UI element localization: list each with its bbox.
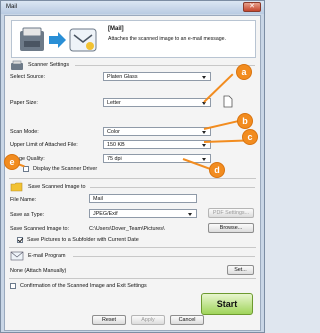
chevron-down-icon: [188, 213, 192, 216]
section-divider: [9, 178, 256, 179]
scan-mode-dropdown[interactable]: Color: [103, 127, 211, 136]
header-title: [Mail]: [108, 26, 124, 32]
email-program-value: None (Attach Manually): [10, 268, 67, 274]
email-program-heading: E-mail Program: [28, 253, 66, 259]
subfolder-label: Save Pictures to a Subfolder with Curren…: [27, 237, 139, 243]
display-driver-label: Display the Scanner Driver: [33, 166, 98, 172]
apply-button[interactable]: Apply: [131, 315, 165, 325]
file-name-value: Mail: [93, 196, 103, 202]
save-as-type-value: JPEG/Exif: [93, 211, 118, 217]
callout-a-badge: a: [236, 64, 252, 80]
save-as-type-dropdown[interactable]: JPEG/Exif: [89, 209, 197, 218]
save-as-type-label: Save as Type:: [10, 212, 45, 218]
paper-size-dropdown[interactable]: Letter: [103, 98, 211, 107]
scanner-to-mail-icon: [20, 27, 97, 52]
close-button[interactable]: ✕: [243, 2, 261, 12]
file-name-label: File Name:: [10, 197, 37, 203]
browse-button[interactable]: Browse...: [208, 223, 254, 233]
save-to-label: Save Scanned Image to:: [10, 226, 70, 232]
section-divider: [9, 278, 256, 279]
confirmation-checkbox[interactable]: [10, 283, 16, 289]
pdf-settings-button[interactable]: PDF Settings...: [208, 208, 254, 218]
callout-b-badge: b: [237, 113, 253, 129]
select-source-label: Select Source:: [10, 74, 46, 80]
section-divider: [73, 256, 255, 257]
cancel-button[interactable]: Cancel: [170, 315, 204, 325]
window-title: Mail: [6, 4, 18, 10]
reset-button[interactable]: Reset: [92, 315, 126, 325]
scanner-settings-heading: Scanner Settings: [28, 62, 70, 68]
callout-e-badge: e: [4, 154, 20, 170]
upper-limit-dropdown[interactable]: 150 KB: [103, 140, 211, 149]
section-divider: [75, 65, 255, 66]
start-button[interactable]: Start: [201, 293, 253, 315]
scan-mode-label: Scan Mode:: [10, 129, 39, 135]
save-to-path: C:\Users\Dover_Team\Pictures\: [89, 226, 165, 232]
upper-limit-label: Upper Limit of Attached File:: [10, 142, 78, 148]
file-name-field[interactable]: Mail: [89, 194, 197, 203]
subfolder-checkbox[interactable]: [17, 237, 23, 243]
title-bar: Mail ✕: [1, 1, 264, 14]
save-section-heading: Save Scanned Image to: [28, 184, 86, 190]
upper-limit-value: 150 KB: [107, 142, 125, 148]
email-icon: [10, 251, 24, 261]
header-panel: [Mail] Attaches the scanned image to an …: [11, 20, 256, 58]
select-source-dropdown[interactable]: Platen Glass: [103, 72, 211, 81]
scanner-icon: [11, 60, 23, 70]
image-quality-value: 75 dpi: [107, 156, 122, 162]
mail-dialog: Mail ✕ [Mail] Attaches the scanned image…: [0, 0, 265, 333]
paper-icon: [223, 95, 233, 108]
chevron-down-icon: [202, 76, 206, 79]
set-button[interactable]: Set...: [227, 265, 254, 275]
folder-icon: [10, 182, 23, 192]
select-source-value: Platen Glass: [107, 74, 138, 80]
chevron-down-icon: [202, 131, 206, 134]
header-description: Attaches the scanned image to an e-mail …: [108, 36, 226, 42]
section-divider: [90, 187, 255, 188]
chevron-down-icon: [202, 144, 206, 147]
confirmation-label: Confirmation of the Scanned Image and Ex…: [20, 283, 147, 289]
paper-size-label: Paper Size:: [10, 100, 38, 106]
paper-size-value: Letter: [107, 100, 121, 106]
section-divider: [9, 247, 256, 248]
chevron-down-icon: [202, 158, 206, 161]
callout-c-badge: c: [242, 129, 258, 145]
callout-d-badge: d: [209, 162, 225, 178]
scan-mode-value: Color: [107, 129, 120, 135]
